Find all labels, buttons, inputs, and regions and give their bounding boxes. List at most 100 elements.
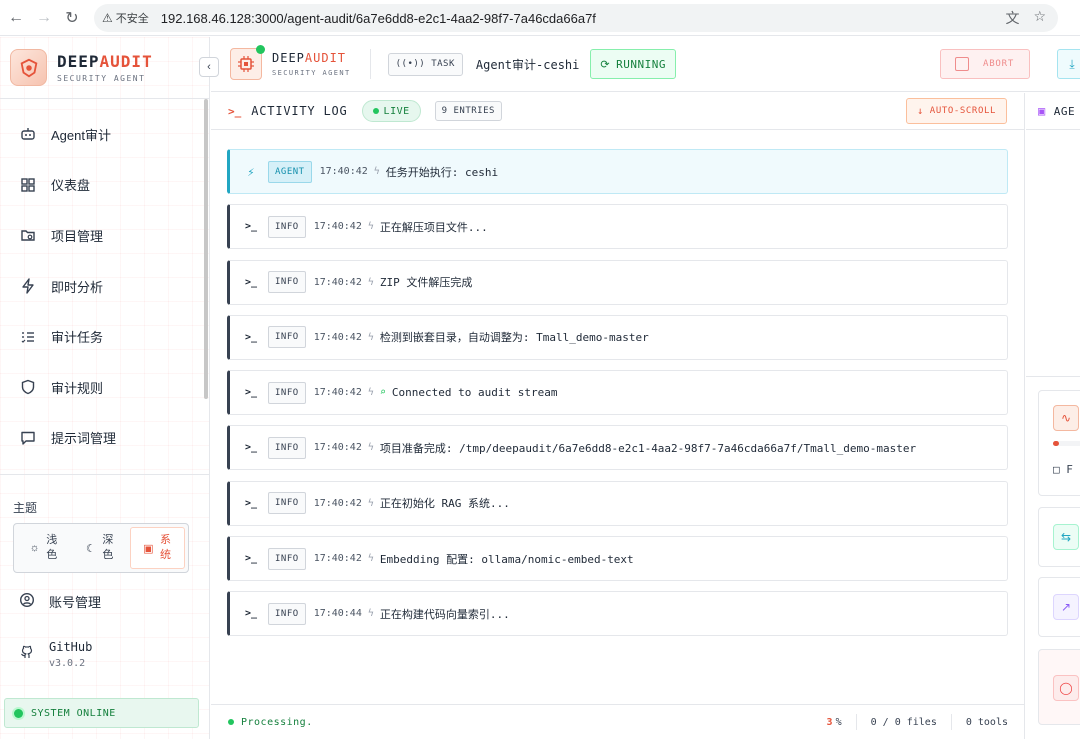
processing-status: Processing. [241, 716, 313, 728]
theme-light-button[interactable]: ☼ 浅色 [17, 527, 70, 569]
log-entry[interactable]: >_ INFO 17:40:42 ϟ ZIP 文件解压完成 [227, 259, 1008, 305]
status-dot-icon [14, 708, 23, 718]
live-badge: LIVE [361, 100, 421, 122]
theme-system-button[interactable]: ▣ 系统 [129, 527, 185, 569]
reload-icon[interactable]: ↻ [60, 6, 84, 30]
refresh-icon: ⇆ [1053, 524, 1079, 550]
log-level-badge: AGENT [268, 160, 312, 183]
log-message: 任务开始执行: ceshi [385, 165, 499, 179]
sidebar-item-audit-rules[interactable]: 审计规则 [0, 362, 209, 413]
forward-icon[interactable]: → [32, 6, 56, 30]
log-level-badge: INFO [268, 602, 306, 625]
status-badge: ⟳ RUNNING [590, 49, 676, 79]
progress-unit: % [835, 716, 842, 728]
log-level-badge: INFO [268, 492, 306, 515]
terminal-icon: >_ [244, 276, 258, 288]
translate-icon[interactable]: 文 [1005, 8, 1019, 28]
bookmark-star-icon[interactable]: ☆ [1033, 8, 1046, 28]
log-entry[interactable]: >_ INFO 17:40:42 ϟ 正在解压项目文件... [227, 204, 1008, 250]
back-icon[interactable]: ← [4, 6, 28, 30]
agent-panel-header: ▣ AGE [1026, 93, 1080, 130]
arrow-down-icon: ↓ [917, 105, 924, 117]
sidebar-item-label: 审计规则 [51, 380, 104, 396]
log-message: 检测到嵌套目录，自动调整为: Tmall_demo-master [379, 331, 649, 345]
log-entry[interactable]: >_ INFO 17:40:42 ϟ 检测到嵌套目录，自动调整为: Tmall_demo… [227, 314, 1008, 360]
activity-log-panel: >_ ACTIVITY LOG LIVE 9 ENTRIES ↓ AUTO-SC… [211, 93, 1025, 739]
sidebar-item-audit-tasks[interactable]: 审计任务 [0, 311, 209, 362]
robot-icon [19, 125, 37, 143]
sidebar-item-label: 账号管理 [49, 595, 102, 610]
sidebar-item-projects[interactable]: 项目管理 [0, 210, 209, 261]
progress-fill [1053, 441, 1059, 446]
bolt-small-icon: ϟ [367, 387, 374, 399]
log-entry[interactable]: >_ INFO 17:40:42 ϟ Embedding 配置: ollama/nomi… [227, 536, 1008, 582]
sidebar-item-instant-analysis[interactable]: 即时分析 [0, 261, 209, 312]
collapse-sidebar-button[interactable]: ‹ [199, 57, 219, 77]
sidebar-item-dashboard[interactable]: 仪表盘 [0, 160, 209, 211]
log-entry[interactable]: ⚡ AGENT 17:40:42 ϟ 任务开始执行: ceshi [227, 149, 1008, 194]
task-name: Agent审计-ceshi [475, 57, 580, 72]
log-timestamp: 17:40:42 [313, 497, 362, 509]
terminal-icon: >_ [244, 221, 258, 233]
terminal-icon: >_ [244, 387, 258, 399]
log-message: Embedding 配置: ollama/nomic-embed-text [379, 552, 634, 566]
header-brand-subtitle: SECURITY AGENT [272, 69, 351, 77]
sidebar-item-account[interactable]: 账号管理 [19, 592, 101, 611]
task-chip: ((•)) TASK [387, 52, 463, 76]
sidebar-item-github[interactable]: GitHub v3.0.2 [19, 640, 92, 669]
progress-value: 3 [826, 716, 833, 728]
files-count: 0 / 0 files [870, 716, 937, 728]
log-timestamp: 17:40:42 [313, 331, 362, 343]
list-check-icon [19, 328, 37, 346]
version-text: v3.0.2 [49, 658, 86, 669]
folder-icon [19, 226, 37, 244]
log-timestamp: 17:40:44 [313, 608, 362, 620]
log-entry[interactable]: >_ INFO 17:40:44 ϟ 正在构建代码向量索引... [227, 591, 1008, 637]
log-message: ZIP 文件解压完成 [379, 276, 473, 290]
activity-icon: ∿ [1053, 405, 1079, 431]
shield-icon: ◯ [1053, 675, 1079, 701]
sidebar-item-prompts[interactable]: 提示词管理 [0, 413, 209, 464]
log-message: 正在构建代码向量索引... [379, 607, 510, 621]
log-entry[interactable]: >_ INFO 17:40:42 ϟ 正在初始化 RAG 系统... [227, 480, 1008, 526]
header-divider [369, 49, 371, 79]
live-dot-icon [372, 108, 379, 114]
bolt-small-icon: ϟ [367, 221, 374, 233]
processing-dot-icon [228, 719, 234, 725]
chevron-left-icon: ‹ [207, 61, 211, 73]
log-level-badge: INFO [268, 436, 306, 459]
theme-dark-button[interactable]: ☾ 深色 [73, 527, 126, 569]
message-icon [19, 429, 37, 447]
download-button[interactable]: ⤓ [1057, 49, 1080, 79]
log-level-badge: INFO [268, 381, 306, 404]
terminal-icon: >_ [244, 442, 258, 454]
sidebar-item-label: 仪表盘 [51, 178, 91, 194]
bolt-small-icon: ϟ [367, 497, 374, 509]
activity-log-footer: Processing. 3 % 0 / 0 files 0 tools [211, 704, 1025, 739]
sidebar-item-label: 即时分析 [51, 279, 104, 295]
bolt-small-icon: ϟ [367, 442, 374, 454]
address-bar[interactable]: ⚠ 不安全 192.168.46.128:3000/agent-audit/6a… [94, 4, 1058, 32]
terminal-icon: >_ [244, 331, 258, 343]
security-warning[interactable]: ⚠ 不安全 [102, 10, 149, 26]
log-level-badge: INFO [268, 271, 306, 294]
bolt-small-icon: ϟ [367, 608, 374, 620]
auto-scroll-button[interactable]: ↓ AUTO-SCROLL [906, 98, 1007, 124]
findings-card: ◯ [1038, 649, 1080, 725]
log-entry[interactable]: >_ INFO 17:40:42 ϟ 项目准备完成: /tmp/deepaudit/6a… [227, 425, 1008, 471]
sidebar-brand[interactable]: DEEPAUDIT SECURITY AGENT ‹ [0, 37, 219, 99]
log-entry[interactable]: >_ INFO 17:40:42 ϟ ⌕ Connected to audit strea… [227, 370, 1008, 416]
robot-icon: ▣ [1038, 104, 1046, 118]
url-text[interactable]: 192.168.46.128:3000/agent-audit/6a7e6dd8… [161, 11, 596, 26]
abort-button[interactable]: ABORT [940, 49, 1030, 79]
sidebar-item-label: Agent审计 [51, 127, 111, 143]
sidebar-item-agent-audit[interactable]: Agent审计 [0, 109, 209, 160]
bolt-small-icon: ϟ [367, 331, 374, 343]
log-level-badge: INFO [268, 547, 306, 570]
download-icon: ⤓ [1069, 56, 1075, 71]
trend-card: ↗ [1038, 577, 1080, 637]
entries-count-badge: 9 ENTRIES [434, 101, 502, 121]
terminal-icon: >_ [244, 608, 258, 620]
warning-icon: ⚠ [102, 11, 113, 25]
bolt-icon [19, 277, 37, 295]
